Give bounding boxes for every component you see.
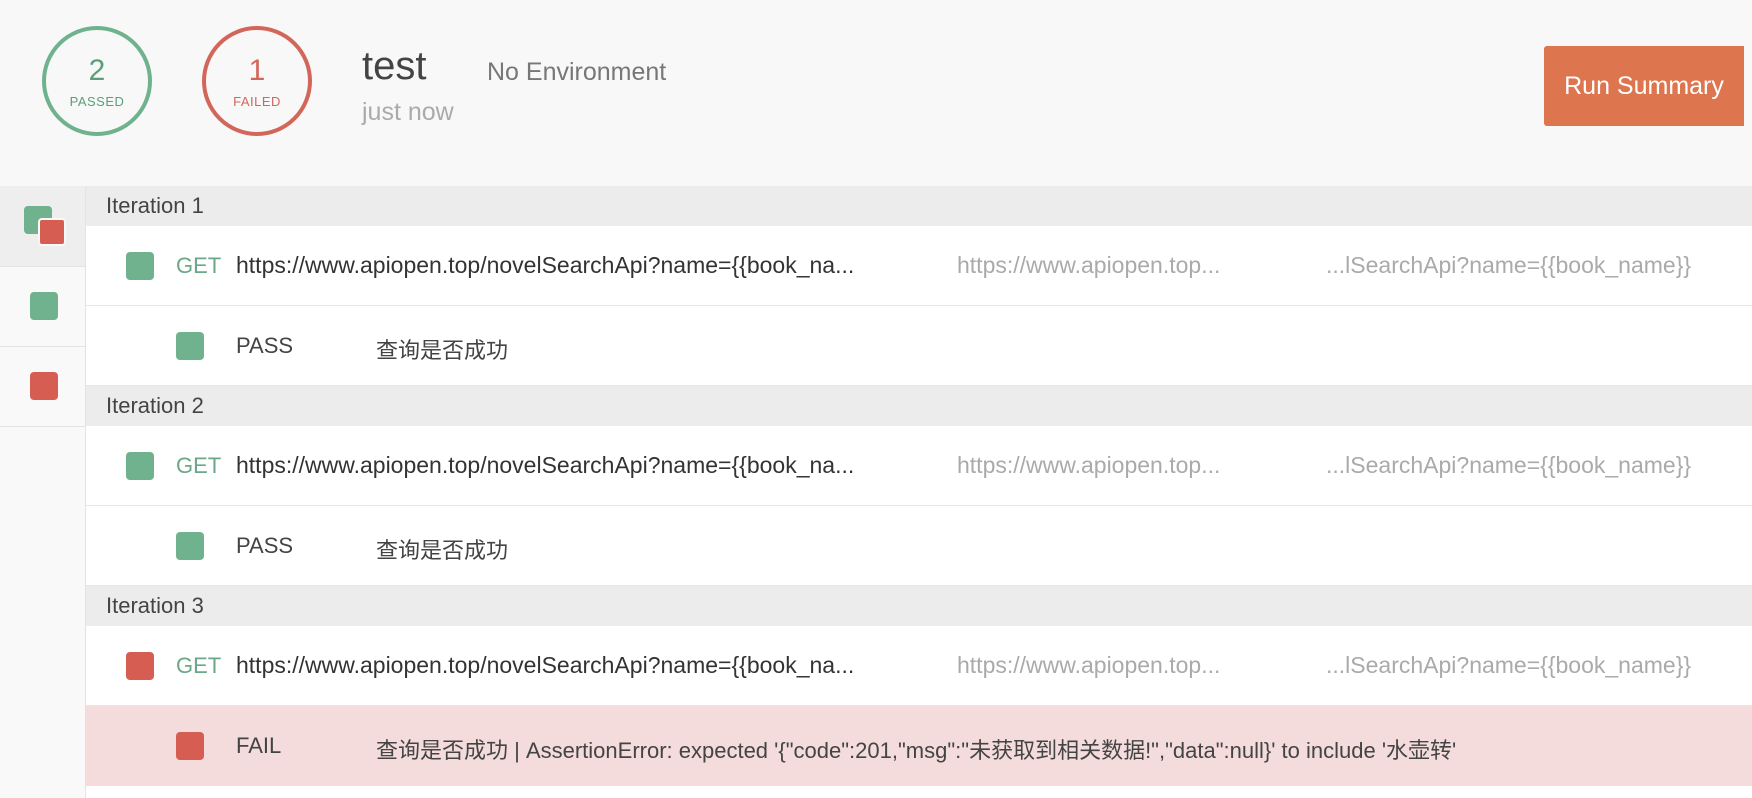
failed-count: 1 — [248, 53, 266, 87]
passed-count-badge: 2 PASSED — [42, 26, 152, 136]
test-result-row: FAIL 查询是否成功 | AssertionError: expected '… — [86, 706, 1752, 786]
request-row[interactable]: GET https://www.apiopen.top/novelSearchA… — [86, 226, 1752, 306]
sidebar-item-all[interactable] — [0, 186, 85, 267]
iteration-header: Iteration 3 — [86, 586, 1752, 626]
fail-status-icon — [176, 732, 204, 760]
test-status: FAIL — [236, 733, 282, 758]
test-status: PASS — [236, 533, 294, 558]
request-url-short: https://www.apiopen.top... — [957, 652, 1221, 678]
iteration-sidebar — [0, 186, 86, 798]
pass-status-icon — [126, 452, 154, 480]
request-url[interactable]: https://www.apiopen.top/novelSearchApi?n… — [236, 252, 854, 279]
run-timestamp: just now — [362, 98, 454, 126]
results-list: Iteration 1 GET https://www.apiopen.top/… — [86, 186, 1752, 798]
sidebar-item-failed[interactable] — [0, 346, 85, 427]
failed-label: FAILED — [233, 93, 281, 109]
request-url[interactable]: https://www.apiopen.top/novelSearchApi?n… — [236, 452, 854, 479]
fail-status-icon — [30, 372, 58, 400]
request-row[interactable]: GET https://www.apiopen.top/novelSearchA… — [86, 426, 1752, 506]
iteration-header: Iteration 1 — [86, 186, 1752, 226]
request-method: GET — [176, 253, 222, 278]
pass-status-icon — [126, 252, 154, 280]
pass-status-icon — [176, 332, 204, 360]
test-result-row: PASS 查询是否成功 — [86, 506, 1752, 586]
passed-count: 2 — [88, 53, 106, 87]
request-method: GET — [176, 453, 222, 478]
failed-count-badge: 1 FAILED — [202, 26, 312, 136]
test-name: 查询是否成功 — [376, 338, 509, 363]
run-header: 2 PASSED 1 FAILED test No Environment ju… — [0, 0, 1752, 187]
run-summary-button[interactable]: Run Summary — [1544, 46, 1744, 126]
run-title: test — [362, 44, 427, 88]
request-url[interactable]: https://www.apiopen.top/novelSearchApi?n… — [236, 652, 854, 679]
request-method: GET — [176, 653, 222, 678]
iteration-header: Iteration 2 — [86, 386, 1752, 426]
fail-status-icon — [38, 218, 66, 246]
request-url-short: https://www.apiopen.top... — [957, 452, 1221, 478]
sidebar-item-passed[interactable] — [0, 266, 85, 347]
request-url-tail: ...lSearchApi?name={{book_name}} — [1326, 652, 1692, 678]
request-row[interactable]: GET https://www.apiopen.top/novelSearchA… — [86, 626, 1752, 706]
test-status: PASS — [236, 333, 294, 358]
pass-status-icon — [30, 292, 58, 320]
environment-label: No Environment — [487, 58, 667, 86]
test-name: 查询是否成功 — [376, 538, 509, 563]
passed-label: PASSED — [69, 93, 125, 109]
pass-status-icon — [176, 532, 204, 560]
test-result-row: PASS 查询是否成功 — [86, 306, 1752, 386]
request-url-tail: ...lSearchApi?name={{book_name}} — [1326, 252, 1692, 278]
test-name: 查询是否成功 | AssertionError: expected '{"cod… — [376, 738, 1457, 763]
request-url-tail: ...lSearchApi?name={{book_name}} — [1326, 452, 1692, 478]
request-url-short: https://www.apiopen.top... — [957, 252, 1221, 278]
fail-status-icon — [126, 652, 154, 680]
